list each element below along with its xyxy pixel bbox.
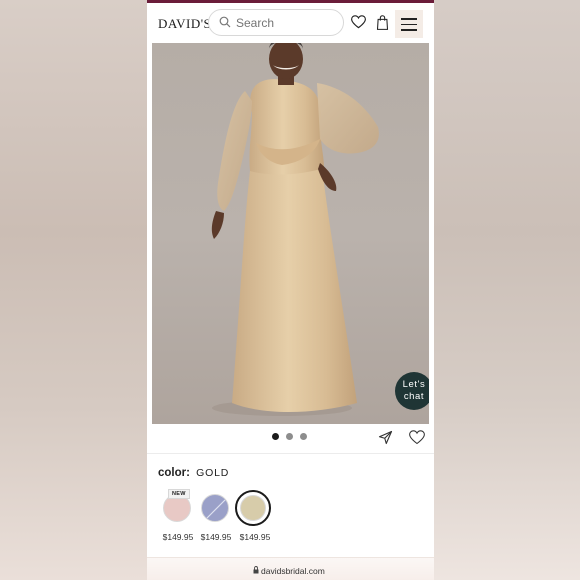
- selected-color-value: GOLD: [196, 467, 230, 479]
- wishlist-heart-icon[interactable]: [351, 15, 366, 29]
- site-header: DAVID'S: [147, 3, 434, 43]
- color-selector-label: color: GOLD: [158, 467, 229, 479]
- unavailable-slash-icon: [206, 499, 226, 519]
- url-text: davidsbridal.com: [261, 566, 325, 576]
- menu-line-icon: [401, 18, 417, 20]
- swatch-price: $149.95: [162, 532, 194, 542]
- browser-url-bar[interactable]: davidsbridal.com: [147, 557, 434, 580]
- gold-dress-model-image: [211, 43, 379, 416]
- section-divider: [147, 453, 434, 454]
- menu-line-icon: [401, 23, 417, 25]
- menu-line-icon: [401, 29, 417, 31]
- search-box[interactable]: [208, 9, 344, 36]
- background-blur-right: [434, 0, 580, 580]
- swatch-price: $149.95: [200, 532, 232, 542]
- swatch-circle: [240, 495, 266, 521]
- product-image[interactable]: Let's chat: [152, 43, 429, 424]
- shopping-bag-icon[interactable]: [376, 15, 389, 30]
- lets-chat-button[interactable]: Let's chat: [395, 372, 429, 410]
- favorite-heart-icon[interactable]: [409, 430, 425, 445]
- chat-label-line-2: chat: [403, 391, 425, 402]
- carousel-dot[interactable]: [286, 433, 293, 440]
- search-icon: [219, 16, 231, 28]
- background-blur-left: [0, 0, 147, 580]
- search-input[interactable]: [236, 16, 336, 30]
- color-label: color:: [158, 467, 190, 479]
- share-icon[interactable]: [378, 430, 393, 445]
- lock-icon: [253, 566, 259, 574]
- carousel-dot[interactable]: [300, 433, 307, 440]
- hamburger-menu-button[interactable]: [395, 10, 423, 38]
- swatch-circle: [201, 494, 229, 522]
- new-badge: NEW: [168, 489, 190, 499]
- carousel-dot-active[interactable]: [272, 433, 279, 440]
- swatch-price: $149.95: [239, 532, 271, 542]
- brand-logo[interactable]: DAVID'S: [158, 16, 211, 32]
- chat-label-line-1: Let's: [402, 379, 426, 390]
- phone-screen: DAVID'S Search Let's chat color: GOLD NE…: [147, 0, 434, 580]
